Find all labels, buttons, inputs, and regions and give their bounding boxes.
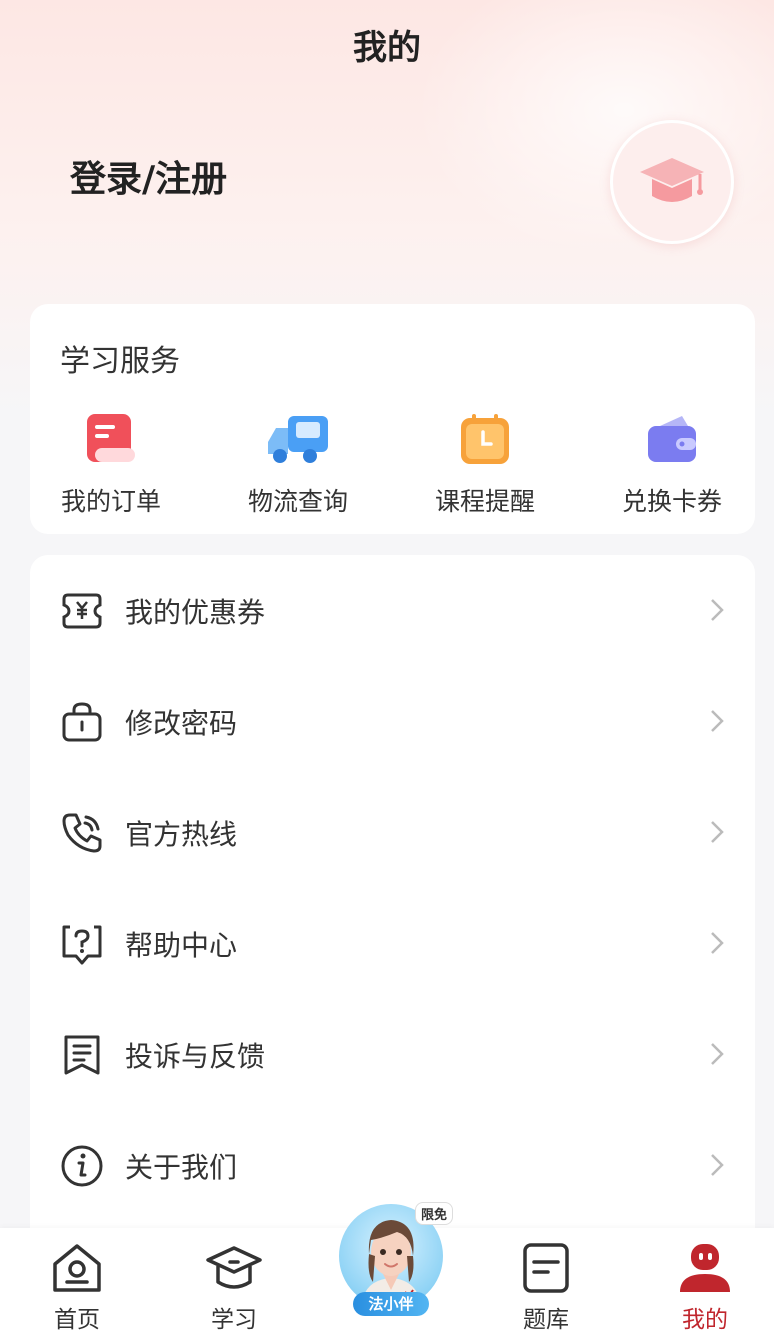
menu-item-change-password[interactable]: 修改密码 xyxy=(30,666,755,777)
avatar[interactable] xyxy=(610,120,734,244)
service-label: 课程提醒 xyxy=(434,487,535,516)
tab-home[interactable]: 首页 xyxy=(17,1228,137,1330)
ai-assistant-name: 法小伴 xyxy=(353,1292,429,1316)
chevron-right-icon xyxy=(711,821,724,843)
ai-assistant-button[interactable]: 限免 法小伴 xyxy=(337,1198,454,1320)
wallet-icon xyxy=(648,416,696,462)
help-icon xyxy=(62,925,102,965)
order-icon xyxy=(87,414,135,462)
phone-icon xyxy=(62,813,102,853)
service-course-reminder[interactable]: 课程提醒 xyxy=(410,412,560,516)
study-icon xyxy=(206,1246,262,1289)
question-bank-icon xyxy=(523,1243,569,1293)
tab-label: 学习 xyxy=(211,1307,257,1330)
page-title: 我的 xyxy=(353,28,421,68)
chevron-right-icon xyxy=(711,1043,724,1065)
menu-item-label: 帮助中心 xyxy=(125,929,238,962)
settings-menu-card: 我的优惠券 修改密码 官方热线 帮助中心 投诉与反馈 关于我们 xyxy=(30,555,755,1255)
chevron-right-icon xyxy=(711,599,724,621)
calendar-clock-icon xyxy=(461,414,509,464)
service-redeem-coupon[interactable]: 兑换卡券 xyxy=(597,412,747,516)
service-label: 兑换卡券 xyxy=(621,487,722,516)
feedback-icon xyxy=(64,1035,100,1075)
tab-profile[interactable]: 我的 xyxy=(645,1228,765,1330)
study-services-card: 学习服务 我的订单 物流查询 课程提醒 兑换卡券 xyxy=(30,304,755,534)
graduation-cap-icon xyxy=(640,158,704,202)
menu-item-feedback[interactable]: 投诉与反馈 xyxy=(30,999,755,1110)
menu-item-label: 关于我们 xyxy=(125,1151,238,1184)
tab-study[interactable]: 学习 xyxy=(174,1228,294,1330)
home-icon xyxy=(53,1244,101,1292)
chevron-right-icon xyxy=(711,932,724,954)
info-icon xyxy=(61,1145,103,1187)
coupon-icon xyxy=(62,593,102,629)
service-label: 物流查询 xyxy=(247,487,348,516)
chevron-right-icon xyxy=(711,710,724,732)
lock-bag-icon xyxy=(62,702,102,742)
service-label: 我的订单 xyxy=(60,487,161,516)
free-limited-badge: 限免 xyxy=(415,1202,454,1225)
login-register-link[interactable]: 登录/注册 xyxy=(70,150,227,202)
tab-label: 我的 xyxy=(682,1307,728,1330)
tab-label: 首页 xyxy=(54,1307,100,1330)
menu-item-coupons[interactable]: 我的优惠券 xyxy=(30,555,755,666)
tab-question-bank[interactable]: 题库 xyxy=(486,1228,606,1330)
menu-item-label: 修改密码 xyxy=(125,707,238,740)
menu-item-help-center[interactable]: 帮助中心 xyxy=(30,888,755,999)
profile-icon xyxy=(680,1244,730,1292)
tab-label: 题库 xyxy=(523,1307,569,1330)
service-logistics[interactable]: 物流查询 xyxy=(223,412,373,516)
menu-item-label: 官方热线 xyxy=(125,818,238,851)
section-title: 学习服务 xyxy=(60,344,180,379)
truck-icon xyxy=(268,416,328,463)
menu-item-label: 我的优惠券 xyxy=(125,596,266,629)
menu-item-hotline[interactable]: 官方热线 xyxy=(30,777,755,888)
service-my-orders[interactable]: 我的订单 xyxy=(36,412,186,516)
menu-item-label: 投诉与反馈 xyxy=(125,1040,266,1073)
chevron-right-icon xyxy=(711,1154,724,1176)
